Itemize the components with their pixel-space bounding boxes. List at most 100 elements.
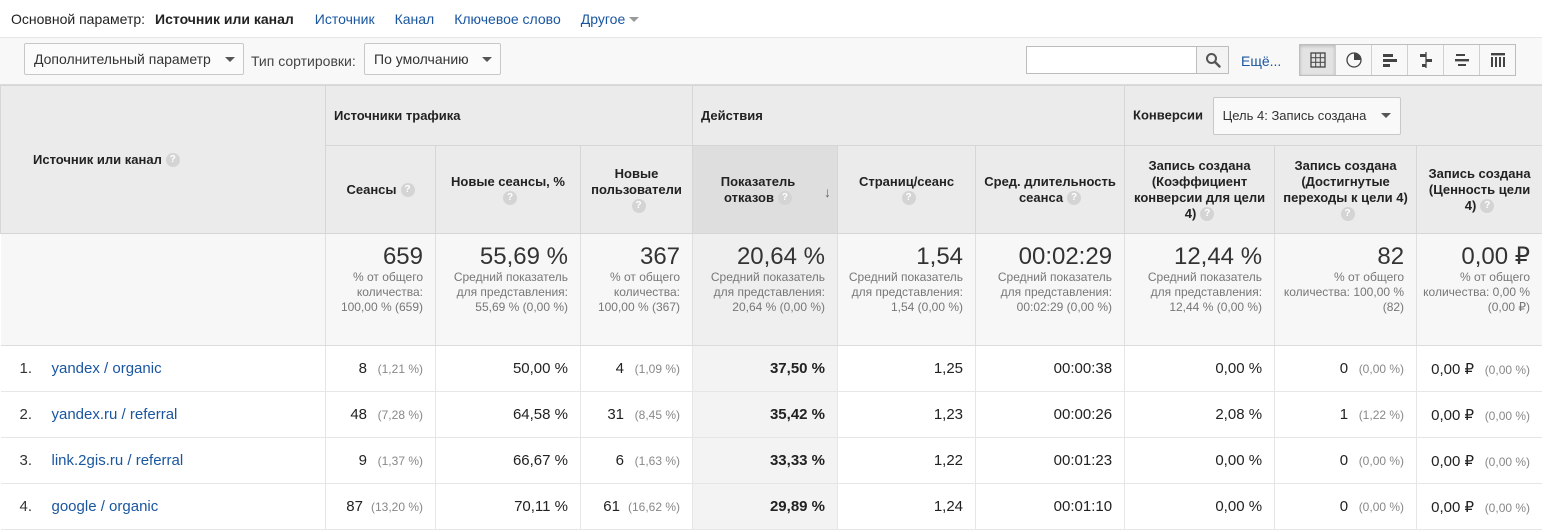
pie-chart-icon	[1346, 52, 1362, 68]
goal-completions-cell: 0 (0,00 %)	[1275, 438, 1417, 484]
sessions-cell: 9(1,37 %)	[326, 438, 436, 484]
cell-percent: (0,00 %)	[1482, 455, 1530, 469]
primary-dimension-medium-link[interactable]: Канал	[395, 11, 435, 27]
dimension-link[interactable]: yandex.ru / referral	[52, 406, 178, 423]
col-header-goal-value[interactable]: Запись создана (Ценность цели 4)?	[1417, 146, 1542, 234]
total-conv-rate: 12,44 %Средний показатель для представле…	[1125, 234, 1275, 346]
view-table-button[interactable]	[1300, 45, 1336, 75]
cell-value: 00:00:38	[1054, 360, 1112, 377]
help-icon[interactable]: ?	[1341, 207, 1355, 221]
help-icon[interactable]: ?	[632, 199, 646, 213]
help-icon[interactable]: ?	[1480, 199, 1494, 213]
cell-percent: (0,00 %)	[1482, 363, 1530, 377]
col-header-new-sessions[interactable]: Новые сеансы, %?	[436, 146, 581, 234]
more-link[interactable]: Ещё...	[1241, 53, 1281, 69]
chevron-down-icon	[629, 17, 639, 22]
help-icon[interactable]: ?	[401, 183, 415, 197]
cell-value: 2,08 %	[1215, 406, 1262, 423]
avg-duration-cell: 00:00:26	[976, 392, 1125, 438]
cell-value: 8	[359, 360, 367, 377]
dimension-link[interactable]: yandex / organic	[52, 360, 162, 377]
group-acquisition: Источники трафика	[326, 86, 693, 146]
total-note: Средний показатель для представления: 00…	[982, 270, 1112, 315]
cell-percent: (13,20 %)	[371, 500, 423, 514]
col-header-pages-per-session[interactable]: Страниц/сеанс?	[838, 146, 976, 234]
col-label: Новые пользователи	[591, 166, 682, 197]
cell-percent: (0,00 %)	[1356, 454, 1404, 468]
help-icon[interactable]: ?	[166, 153, 180, 167]
view-performance-button[interactable]	[1372, 45, 1408, 75]
sort-type-dropdown[interactable]: По умолчанию	[364, 43, 501, 75]
conv-rate-cell: 0,00 %	[1125, 484, 1275, 530]
total-note: % от общего количества: 0,00 % (0,00 ₽)	[1423, 270, 1530, 315]
help-icon[interactable]: ?	[778, 191, 792, 205]
col-label: Новые сеансы, %	[451, 174, 565, 189]
bounce-rate-cell: 29,89 %	[693, 484, 838, 530]
primary-dimension-keyword-link[interactable]: Ключевое слово	[454, 11, 561, 27]
total-note: % от общего количества: 100,00 % (82)	[1281, 270, 1404, 315]
col-header-conv-rate[interactable]: Запись создана (Коэффициент конверсии дл…	[1125, 146, 1275, 234]
table-row: 1.yandex / organic 8(1,21 %) 50,00 % 4(1…	[1, 346, 1542, 392]
table-row: 4.google / organic 87(13,20 %) 70,11 % 6…	[1, 484, 1542, 530]
primary-dimension-other-dropdown[interactable]: Другое	[581, 11, 639, 27]
new-users-cell: 31(8,45 %)	[581, 392, 693, 438]
help-icon[interactable]: ?	[902, 191, 916, 205]
help-icon[interactable]: ?	[1200, 207, 1214, 221]
cell-value: 4	[616, 360, 624, 377]
col-header-sessions[interactable]: Сеансы?	[326, 146, 436, 234]
goal-select-dropdown[interactable]: Цель 4: Запись создана	[1213, 97, 1402, 135]
col-header-bounce-rate[interactable]: Показатель отказов?↓	[693, 146, 838, 234]
table-search-input[interactable]	[1026, 46, 1197, 74]
cell-percent: (0,00 %)	[1482, 501, 1530, 515]
group-conversions-label: Конверсии	[1133, 107, 1203, 122]
cell-value: 66,67 %	[513, 452, 568, 469]
cell-percent: (1,21 %)	[375, 362, 423, 376]
total-new-users: 367% от общего количества: 100,00 % (367…	[581, 234, 693, 346]
col-label: Страниц/сеанс	[859, 174, 954, 189]
cell-value: 0,00 ₽	[1431, 361, 1474, 378]
secondary-dimension-dropdown[interactable]: Дополнительный параметр	[24, 43, 244, 75]
new-users-cell: 6(1,63 %)	[581, 438, 693, 484]
cell-percent: (1,22 %)	[1356, 408, 1404, 422]
dimension-header-label: Источник или канал	[33, 152, 162, 167]
pages-per-session-cell: 1,25	[838, 346, 976, 392]
view-pivot-button[interactable]	[1480, 45, 1515, 75]
group-behavior: Действия	[693, 86, 1125, 146]
col-header-goal-completions[interactable]: Запись создана (Достигнутые переходы к ц…	[1275, 146, 1417, 234]
cell-value: 0	[1340, 452, 1348, 469]
search-button[interactable]	[1196, 46, 1229, 74]
other-label: Другое	[581, 11, 625, 27]
view-terms-button[interactable]	[1444, 45, 1480, 75]
dimension-link[interactable]: google / organic	[52, 498, 159, 515]
primary-dimension-bar: Основной параметр: Источник или канал Ис…	[0, 0, 1542, 38]
cell-value: 0,00 %	[1215, 452, 1262, 469]
primary-dimension-source-link[interactable]: Источник	[315, 11, 375, 27]
goal-select-value: Цель 4: Запись создана	[1223, 108, 1367, 123]
new-sessions-cell: 70,11 %	[436, 484, 581, 530]
goal-completions-cell: 0(0,00 %)	[1275, 346, 1417, 392]
total-value: 20,64 %	[699, 244, 825, 270]
conv-rate-cell: 0,00 %	[1125, 438, 1275, 484]
total-value: 1,54	[844, 244, 963, 270]
col-header-new-users[interactable]: Новые пользователи?	[581, 146, 693, 234]
col-header-avg-duration[interactable]: Сред. длительность сеанса?	[976, 146, 1125, 234]
goal-value-cell: 0,00 ₽(0,00 %)	[1417, 392, 1542, 438]
total-note: Средний показатель для представления: 20…	[699, 270, 825, 315]
cell-value: 0	[1340, 498, 1348, 515]
help-icon[interactable]: ?	[503, 191, 517, 205]
view-comparison-button[interactable]	[1408, 45, 1444, 75]
dimension-link[interactable]: link.2gis.ru / referral	[52, 452, 184, 469]
cell-value: 00:01:23	[1054, 452, 1112, 469]
cell-value: 0,00 ₽	[1431, 407, 1474, 424]
cell-value: 64,58 %	[513, 406, 568, 423]
cell-value: 31	[607, 406, 624, 423]
cell-value: 35,42 %	[770, 406, 825, 423]
col-label: Запись создана (Достигнутые переходы к ц…	[1283, 158, 1407, 205]
help-icon[interactable]: ?	[1067, 191, 1081, 205]
view-pie-button[interactable]	[1336, 45, 1372, 75]
conv-rate-cell: 0,00 %	[1125, 346, 1275, 392]
total-pages-per-session: 1,54Средний показатель для представления…	[838, 234, 976, 346]
data-rows: 1.yandex / organic 8(1,21 %) 50,00 % 4(1…	[1, 346, 1542, 530]
total-value: 12,44 %	[1131, 244, 1262, 270]
new-users-cell: 61(16,62 %)	[581, 484, 693, 530]
